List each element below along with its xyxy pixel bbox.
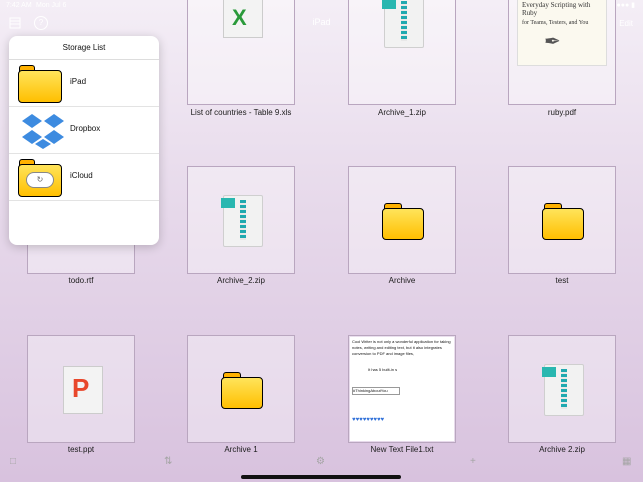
edit-button[interactable]: Edit — [619, 19, 633, 28]
folder-icon — [542, 203, 584, 240]
folder-icon — [221, 372, 263, 409]
sort-icon[interactable]: ⇅ — [164, 456, 172, 467]
file-thumbnail: X — [187, 0, 295, 105]
file-item[interactable]: Archive — [348, 166, 456, 285]
text-preview: Cool Writer is not only a wonderful appl… — [350, 337, 454, 441]
zip-file-icon — [542, 364, 584, 416]
file-item[interactable]: Cool Writer is not only a wonderful appl… — [348, 335, 456, 454]
file-thumbnail — [508, 335, 616, 443]
file-name: Archive_2.zip — [216, 276, 266, 285]
file-thumbnail: P — [27, 335, 135, 443]
file-thumbnail — [187, 335, 295, 443]
file-name: Archive_1.zip — [377, 108, 427, 117]
xls-file-icon: X — [223, 0, 263, 38]
dropbox-icon — [18, 112, 64, 149]
file-name: ruby.pdf — [547, 108, 577, 117]
storage-item-label: Dropbox — [70, 124, 101, 133]
file-thumbnail: Everyday Scripting with Ruby for Teams, … — [508, 0, 616, 105]
file-item[interactable]: X List of countries - Table 9.xls — [187, 0, 295, 117]
folder-icon — [18, 65, 62, 103]
file-thumbnail — [187, 166, 295, 274]
status-date: Mon Jul 6 — [36, 2, 67, 9]
storage-list-popover: Storage List iPad Dropbox ↻ iCloud — [9, 36, 159, 245]
ppt-file-icon: P — [63, 366, 103, 414]
file-name: Archive — [388, 276, 416, 285]
storage-item-label: iCloud — [70, 171, 93, 180]
file-name: test — [555, 276, 569, 285]
file-item[interactable]: Archive 2.zip — [508, 335, 616, 454]
file-item[interactable]: Archive_1.zip — [348, 0, 456, 117]
chat-icon[interactable]: □ — [10, 456, 16, 467]
file-item[interactable]: Archive_2.zip — [187, 166, 295, 285]
storage-item-ipad[interactable]: iPad — [9, 60, 159, 107]
hearts-icon: ♥♥♥♥♥♥♥♥♥ — [352, 417, 385, 423]
pdf-preview-title: Everyday Scripting with Ruby — [522, 1, 591, 17]
folder-icon — [382, 203, 424, 240]
zip-file-icon — [221, 195, 263, 247]
popover-title: Storage List — [9, 36, 159, 60]
text-preview-line: #ThinkingAboutYou — [352, 387, 400, 395]
file-item[interactable]: Everyday Scripting with Ruby for Teams, … — [508, 0, 616, 117]
status-time: 7:42 AM — [6, 2, 32, 9]
storage-item-dropbox[interactable]: Dropbox — [9, 107, 159, 154]
file-thumbnail — [508, 166, 616, 274]
zip-file-icon — [382, 0, 424, 48]
pdf-preview-subtitle: for Teams, Testers, and You — [522, 20, 589, 26]
wifi-battery-icon: ●●● ▮ — [616, 2, 635, 9]
file-thumbnail — [348, 0, 456, 105]
file-item[interactable]: P test.ppt — [27, 335, 135, 454]
home-indicator — [241, 475, 401, 479]
file-thumbnail: Cool Writer is not only a wonderful appl… — [348, 335, 456, 443]
file-name: todo.rtf — [68, 276, 94, 285]
text-preview-line: Cool Writer is not only a wonderful appl… — [352, 339, 451, 356]
pdf-preview: Everyday Scripting with Ruby for Teams, … — [517, 0, 607, 66]
grid-icon[interactable]: ▦ — [622, 456, 631, 467]
file-item[interactable]: Archive 1 — [187, 335, 295, 454]
storage-item-icloud[interactable]: ↻ iCloud — [9, 154, 159, 201]
storage-item-label: iPad — [70, 77, 87, 86]
add-icon[interactable]: + — [470, 456, 476, 467]
icloud-folder-icon: ↻ — [18, 159, 62, 197]
gear-icon[interactable]: ⚙ — [316, 456, 325, 467]
text-preview-line: It has 5 built-in s — [368, 367, 398, 372]
sync-icon: ↻ — [26, 172, 54, 188]
quill-icon: ✒ — [544, 31, 561, 53]
file-name: List of countries - Table 9.xls — [190, 108, 292, 117]
file-thumbnail — [348, 166, 456, 274]
file-item[interactable]: test — [508, 166, 616, 285]
